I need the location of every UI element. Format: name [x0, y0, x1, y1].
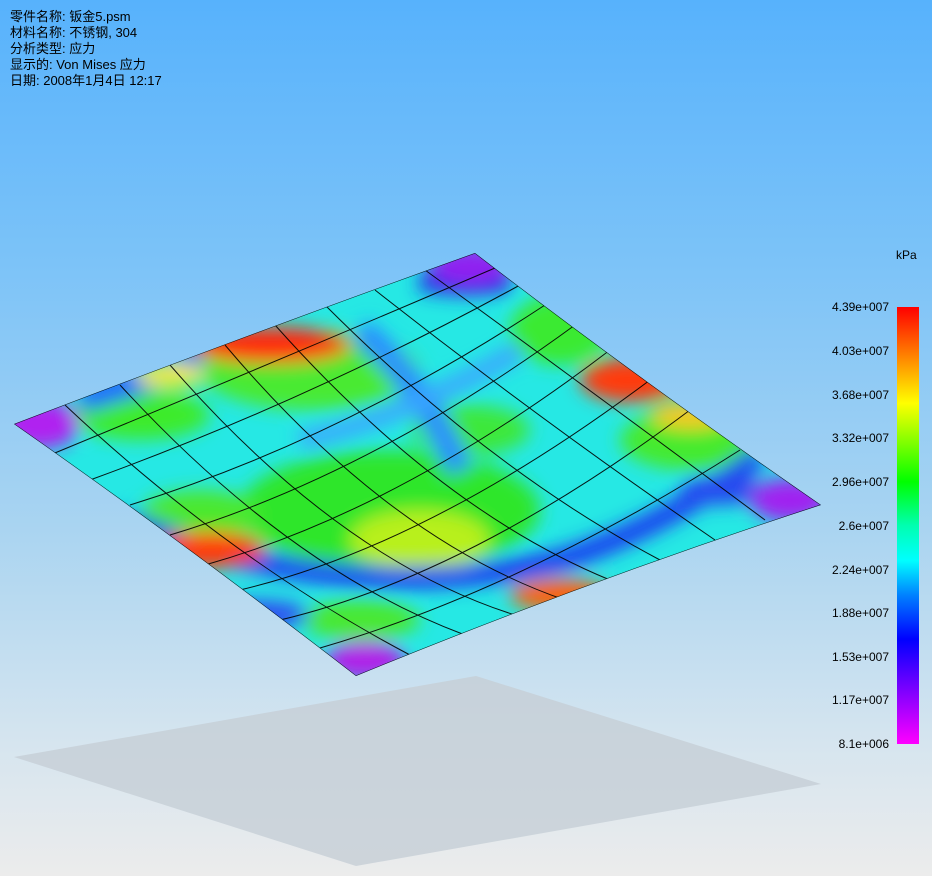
legend-tick: 3.32e+007	[831, 431, 889, 445]
legend-tick: 2.96e+007	[831, 475, 889, 489]
stress-contour-plate[interactable]	[0, 240, 830, 690]
legend-tick: 1.53e+007	[831, 650, 889, 664]
legend-tick: 2.24e+007	[831, 563, 889, 577]
legend-tick: 8.1e+006	[838, 737, 889, 751]
legend-unit-label: kPa	[896, 248, 917, 262]
legend-tick: 3.68e+007	[831, 388, 889, 402]
legend-tick: 1.17e+007	[831, 693, 889, 707]
plate-shadow	[14, 676, 821, 866]
stress-plot-viewport[interactable]	[0, 0, 932, 876]
legend-tick: 4.03e+007	[831, 344, 889, 358]
legend-tick: 1.88e+007	[831, 606, 889, 620]
stress-color-scale	[897, 307, 919, 744]
legend-tick: 2.6e+007	[838, 519, 889, 533]
legend-tick: 4.39e+007	[831, 300, 889, 314]
